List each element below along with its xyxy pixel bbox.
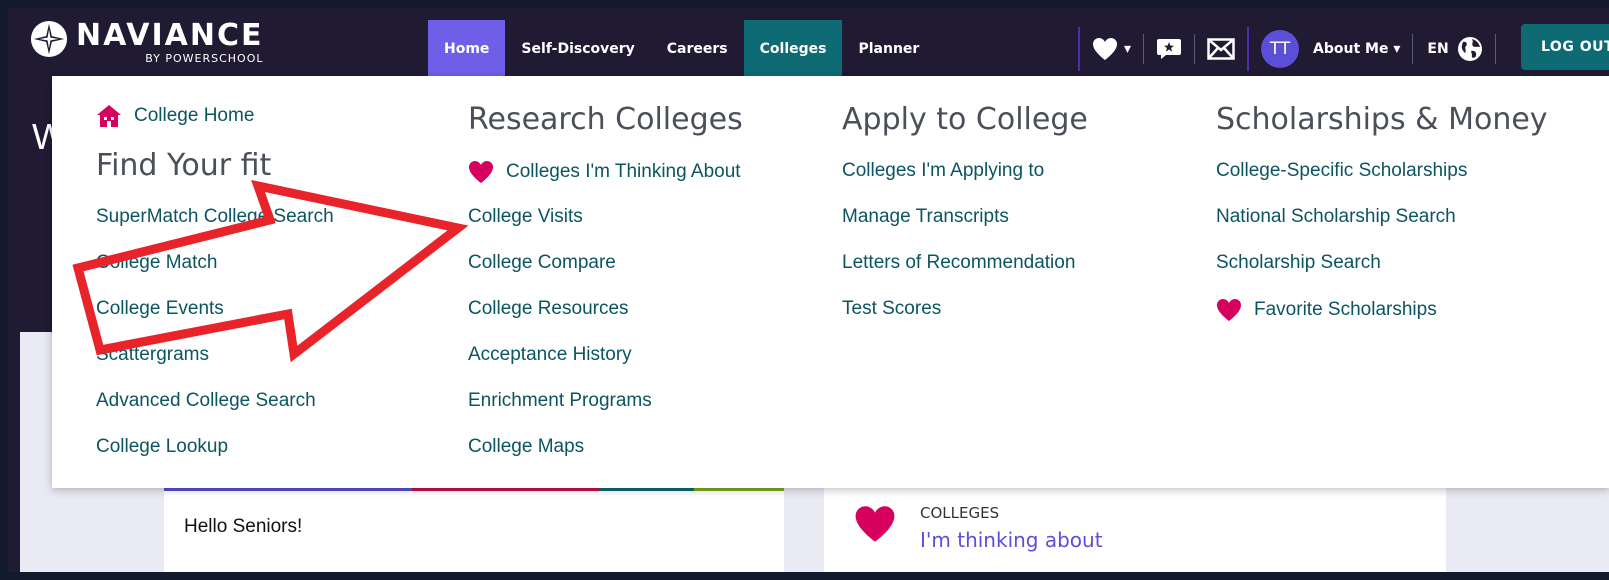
colleges-card: COLLEGES I'm thinking about <box>824 486 1446 572</box>
colleges-dropdown-menu: College Home Find Your fit SuperMatch Co… <box>52 76 1609 488</box>
divider <box>1412 33 1414 64</box>
heart-icon <box>468 160 494 184</box>
heart-icon <box>855 506 895 542</box>
tab-colleges[interactable]: Colleges <box>743 20 843 77</box>
heart-icon <box>1216 298 1242 322</box>
top-nav-bar: NAVIANCE BY POWERSCHOOL Home Self-Discov… <box>8 8 1609 77</box>
chevron-down-icon: ▾ <box>1124 40 1132 57</box>
announcement-card: Hello Seniors! <box>164 486 784 572</box>
supermatch-link[interactable]: SuperMatch College Search <box>96 206 334 228</box>
advanced-college-search-link[interactable]: Advanced College Search <box>96 390 316 412</box>
college-specific-scholarships-link[interactable]: College-Specific Scholarships <box>1216 160 1467 182</box>
colleges-thinking-about-link[interactable]: Colleges I'm Thinking About <box>468 160 741 184</box>
main-tabs: Home Self-Discovery Careers Colleges Pla… <box>428 20 935 77</box>
scattergrams-link[interactable]: Scattergrams <box>96 344 209 366</box>
college-lookup-link[interactable]: College Lookup <box>96 436 228 458</box>
divider <box>1494 33 1496 64</box>
avatar[interactable]: TT <box>1261 29 1300 68</box>
letters-of-recommendation-link[interactable]: Letters of Recommendation <box>842 252 1075 274</box>
home-icon <box>96 104 122 128</box>
messages-button[interactable] <box>1195 37 1247 60</box>
thinking-about-link[interactable]: I'm thinking about <box>920 528 1103 552</box>
mail-icon <box>1207 37 1235 60</box>
college-match-link[interactable]: College Match <box>96 252 217 274</box>
college-maps-link[interactable]: College Maps <box>468 436 584 458</box>
brand-title: NAVIANCE <box>76 18 264 53</box>
colleges-applying-link[interactable]: Colleges I'm Applying to <box>842 160 1044 182</box>
college-resources-link[interactable]: College Resources <box>468 298 629 320</box>
research-colleges-heading: Research Colleges <box>468 102 743 137</box>
feedback-button[interactable] <box>1144 37 1194 61</box>
colleges-thinking-about-label: Colleges I'm Thinking About <box>506 161 741 182</box>
favorite-scholarships-link[interactable]: Favorite Scholarships <box>1216 298 1437 322</box>
naviance-logo[interactable]: NAVIANCE BY POWERSCHOOL <box>30 20 264 65</box>
divider <box>1247 26 1250 71</box>
favorite-scholarships-label: Favorite Scholarships <box>1254 299 1437 320</box>
college-home-link[interactable]: College Home <box>96 104 254 128</box>
chat-star-icon <box>1157 38 1182 59</box>
national-scholarship-search-link[interactable]: National Scholarship Search <box>1216 206 1456 228</box>
logout-button[interactable]: LOG OUT <box>1521 24 1609 70</box>
colleges-caption: COLLEGES <box>920 504 1000 522</box>
language-selector[interactable]: EN <box>1427 36 1482 62</box>
app-window: NAVIANCE BY POWERSCHOOL Home Self-Discov… <box>8 8 1609 572</box>
tab-careers[interactable]: Careers <box>651 20 744 77</box>
college-compare-link[interactable]: College Compare <box>468 252 616 274</box>
globe-icon <box>1457 36 1482 61</box>
manage-transcripts-link[interactable]: Manage Transcripts <box>842 206 1009 228</box>
language-label: EN <box>1427 40 1449 57</box>
tab-self-discovery[interactable]: Self-Discovery <box>505 20 650 77</box>
test-scores-link[interactable]: Test Scores <box>842 298 941 320</box>
college-events-link[interactable]: College Events <box>96 298 224 320</box>
announcement-text: Hello Seniors! <box>184 516 303 537</box>
find-your-fit-heading: Find Your fit <box>96 148 272 183</box>
college-home-label: College Home <box>134 105 255 126</box>
tab-planner[interactable]: Planner <box>842 20 935 77</box>
apply-to-college-heading: Apply to College <box>842 102 1088 137</box>
favorites-menu-button[interactable]: ▾ <box>1080 37 1143 61</box>
scholarship-search-link[interactable]: Scholarship Search <box>1216 252 1381 274</box>
heart-icon <box>1093 37 1117 60</box>
brand-subtitle: BY POWERSCHOOL <box>145 52 264 65</box>
tab-home[interactable]: Home <box>428 20 506 77</box>
acceptance-history-link[interactable]: Acceptance History <box>468 344 632 366</box>
scholarships-money-heading: Scholarships & Money <box>1216 102 1548 137</box>
compass-logo-icon <box>30 20 68 58</box>
nav-utility-area: ▾ TT About Me ▾ EN <box>1078 20 1496 77</box>
college-visits-link[interactable]: College Visits <box>468 206 583 228</box>
about-me-menu[interactable]: About Me ▾ <box>1313 41 1400 57</box>
enrichment-programs-link[interactable]: Enrichment Programs <box>468 390 652 412</box>
